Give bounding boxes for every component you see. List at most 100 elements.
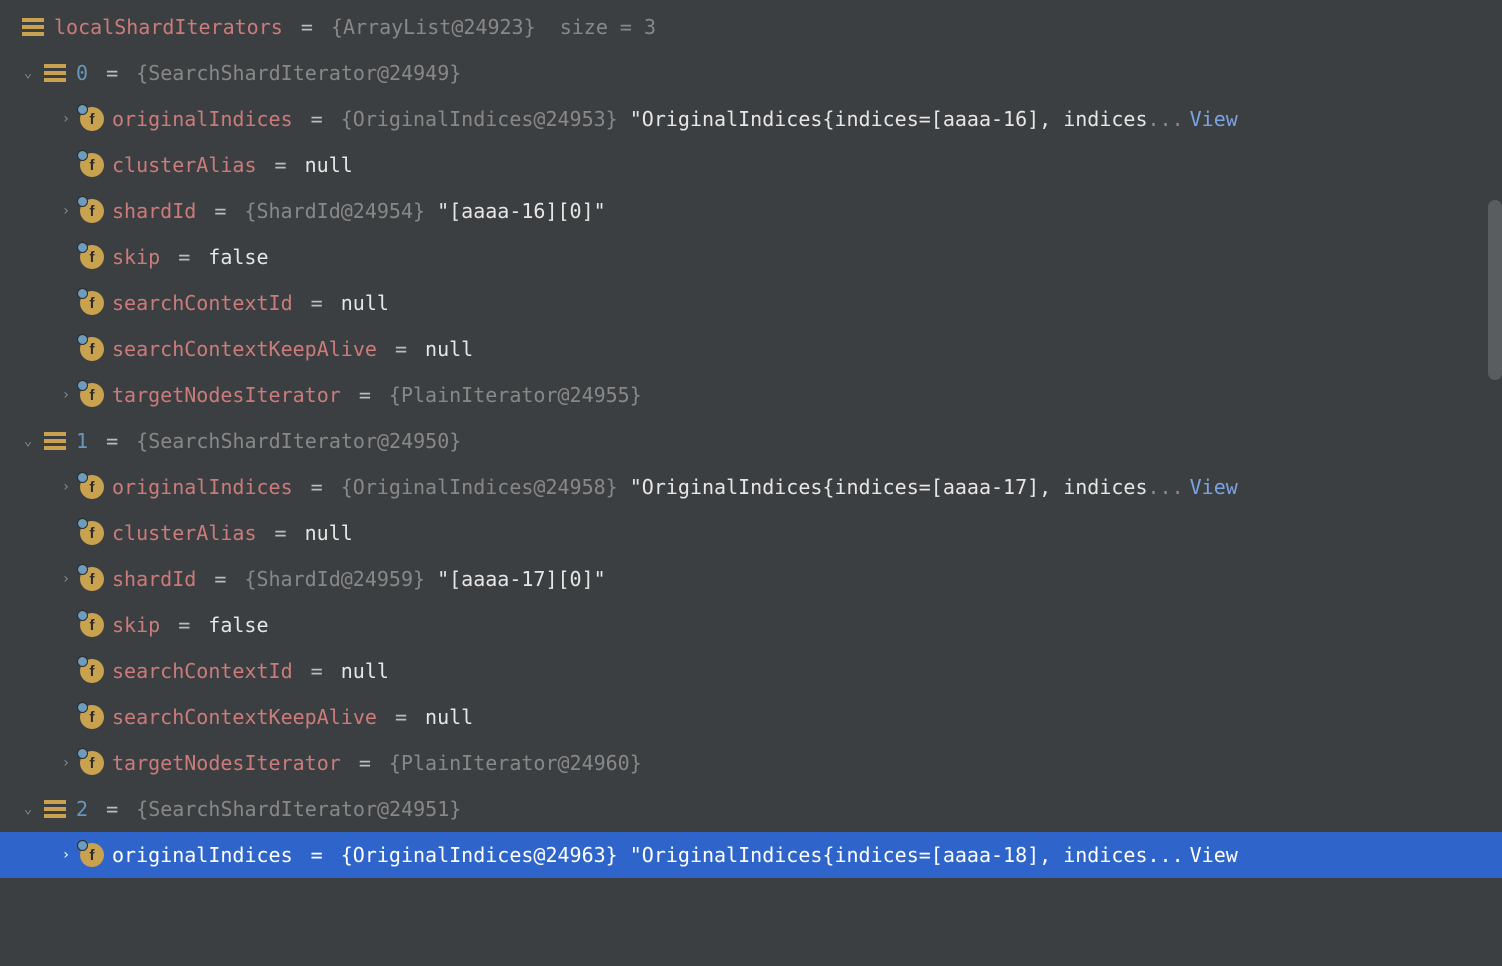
field-icon: f	[80, 245, 104, 269]
row-content: skip = false	[112, 245, 269, 269]
tree-row[interactable]: ›foriginalIndices = {OriginalIndices@249…	[0, 96, 1502, 142]
field-type: {ShardId@24959}	[244, 567, 425, 591]
field-name: originalIndices	[112, 475, 293, 499]
chevron-right-icon[interactable]: ›	[56, 203, 76, 219]
chevron-down-icon[interactable]: ⌄	[18, 433, 38, 449]
field-value: false	[208, 613, 268, 637]
field-icon: f	[80, 613, 104, 637]
field-value: null	[305, 521, 353, 545]
chevron-right-icon[interactable]: ›	[56, 479, 76, 495]
view-link[interactable]: View	[1190, 107, 1238, 131]
equals: =	[299, 107, 335, 131]
list-icon	[20, 14, 46, 40]
tree-row[interactable]: ⌄ 2 = {SearchShardIterator@24951}	[0, 786, 1502, 832]
index-label: 0	[76, 61, 88, 85]
tree-row[interactable]: ›fshardId = {ShardId@24954} "[aaaa-16][0…	[0, 188, 1502, 234]
equals: =	[202, 199, 238, 223]
field-icon: f	[80, 291, 104, 315]
row-content: localShardIterators = {ArrayList@24923} …	[54, 15, 656, 39]
row-content: searchContextKeepAlive = null	[112, 705, 473, 729]
row-content: shardId = {ShardId@24954} "[aaaa-16][0]"	[112, 199, 606, 223]
tree-row[interactable]: ›ftargetNodesIterator = {PlainIterator@2…	[0, 372, 1502, 418]
field-string: "[aaaa-17][0]"	[437, 567, 606, 591]
row-content: originalIndices = {OriginalIndices@24963…	[112, 843, 1238, 867]
field-icon: f	[80, 751, 104, 775]
field-value: null	[341, 659, 389, 683]
row-content: searchContextId = null	[112, 659, 389, 683]
row-content: skip = false	[112, 613, 269, 637]
tree-row[interactable]: ›fsearchContextKeepAlive = null	[0, 326, 1502, 372]
field-icon: f	[80, 705, 104, 729]
tree-row[interactable]: ⌄ 0 = {SearchShardIterator@24949}	[0, 50, 1502, 96]
tree-row[interactable]: ›fskip = false	[0, 602, 1502, 648]
row-content: originalIndices = {OriginalIndices@24958…	[112, 475, 1238, 499]
field-value: null	[341, 291, 389, 315]
field-name: originalIndices	[112, 843, 293, 867]
chevron-right-icon[interactable]: ›	[56, 571, 76, 587]
field-icon: f	[80, 567, 104, 591]
variable-type: {ArrayList@24923}	[331, 15, 536, 39]
ellipsis: ...	[1148, 475, 1184, 499]
row-content: 1 = {SearchShardIterator@24950}	[76, 429, 461, 453]
equals: =	[263, 153, 299, 177]
equals: =	[166, 613, 202, 637]
tree-row[interactable]: ›fshardId = {ShardId@24959} "[aaaa-17][0…	[0, 556, 1502, 602]
row-content: originalIndices = {OriginalIndices@24953…	[112, 107, 1238, 131]
tree-row[interactable]: ›fclusterAlias = null	[0, 510, 1502, 556]
equals: =	[94, 61, 130, 85]
row-content: clusterAlias = null	[112, 521, 353, 545]
equals: =	[166, 245, 202, 269]
equals: =	[347, 383, 383, 407]
field-value: null	[305, 153, 353, 177]
field-icon: f	[80, 659, 104, 683]
row-content: targetNodesIterator = {PlainIterator@249…	[112, 751, 642, 775]
tree-row[interactable]: ›f originalIndices = {OriginalIndices@249…	[0, 464, 1502, 510]
field-name: searchContextKeepAlive	[112, 705, 377, 729]
chevron-right-icon[interactable]: ›	[56, 111, 76, 127]
variable-type: {SearchShardIterator@24949}	[136, 61, 461, 85]
list-icon	[42, 428, 68, 454]
ellipsis: ...	[1148, 107, 1184, 131]
view-link[interactable]: View	[1190, 843, 1238, 867]
field-name: clusterAlias	[112, 153, 257, 177]
field-string: "OriginalIndices{indices=[aaaa-17], indi…	[630, 475, 1148, 499]
chevron-right-icon[interactable]: ›	[56, 847, 76, 863]
index-label: 2	[76, 797, 88, 821]
tree-row[interactable]: ›fsearchContextKeepAlive = null	[0, 694, 1502, 740]
equals: =	[94, 429, 130, 453]
tree-row[interactable]: ›fsearchContextId = null	[0, 280, 1502, 326]
equals: =	[299, 291, 335, 315]
row-content: clusterAlias = null	[112, 153, 353, 177]
field-type: {OriginalIndices@24963}	[341, 843, 618, 867]
variable-name: localShardIterators	[54, 15, 283, 39]
tree-row[interactable]: ›f targetNodesIterator = {PlainIterator@2…	[0, 740, 1502, 786]
chevron-down-icon[interactable]: ⌄	[18, 801, 38, 817]
tree-row[interactable]: ⌄ 1 = {SearchShardIterator@24950}	[0, 418, 1502, 464]
field-icon: f	[80, 475, 104, 499]
tree-row[interactable]: ›f originalIndices = {OriginalIndices@249…	[0, 832, 1502, 878]
tree-row[interactable]: ›fclusterAlias = null	[0, 142, 1502, 188]
view-link[interactable]: View	[1190, 475, 1238, 499]
field-name: shardId	[112, 199, 196, 223]
chevron-right-icon[interactable]: ›	[56, 387, 76, 403]
tree-row[interactable]: › localShardIterators = {ArrayList@24923…	[0, 4, 1502, 50]
chevron-right-icon[interactable]: ›	[56, 755, 76, 771]
scrollbar[interactable]	[1488, 200, 1502, 380]
tree-row[interactable]: ›fskip = false	[0, 234, 1502, 280]
equals: =	[299, 843, 335, 867]
equals: =	[383, 337, 419, 361]
field-icon: f	[80, 843, 104, 867]
field-string: "OriginalIndices{indices=[aaaa-16], indi…	[630, 107, 1148, 131]
field-name: skip	[112, 245, 160, 269]
field-type: {OriginalIndices@24953}	[341, 107, 618, 131]
tree-row[interactable]: ›fsearchContextId = null	[0, 648, 1502, 694]
variable-type: {SearchShardIterator@24950}	[136, 429, 461, 453]
field-icon: f	[80, 383, 104, 407]
field-name: originalIndices	[112, 107, 293, 131]
chevron-down-icon[interactable]: ⌄	[18, 65, 38, 81]
row-content: searchContextKeepAlive = null	[112, 337, 473, 361]
row-content: 0 = {SearchShardIterator@24949}	[76, 61, 461, 85]
field-name: targetNodesIterator	[112, 751, 341, 775]
list-icon	[42, 60, 68, 86]
field-string: "[aaaa-16][0]"	[437, 199, 606, 223]
